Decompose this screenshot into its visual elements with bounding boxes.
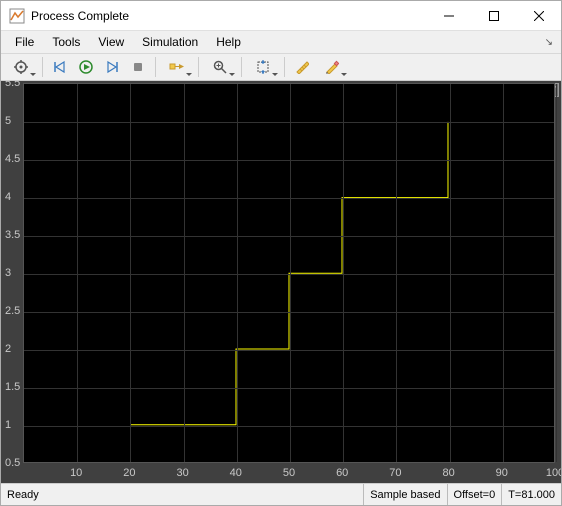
step-back-button[interactable] [48, 56, 72, 78]
titlebar: Process Complete [1, 1, 561, 31]
x-tick-label: 80 [442, 467, 454, 479]
x-tick-label: 100 [546, 467, 561, 479]
statusbar: Ready Sample based Offset=0 T=81.000 [1, 483, 561, 505]
toolbar [1, 53, 561, 81]
y-tick-label: 4 [5, 191, 11, 203]
y-tick-label: 3.5 [5, 229, 20, 241]
menubar-overflow-icon[interactable]: ↘ [545, 37, 553, 48]
separator [284, 57, 285, 77]
autoscale-button[interactable] [247, 56, 279, 78]
x-tick-label: 70 [389, 467, 401, 479]
run-button[interactable] [74, 56, 98, 78]
menu-file[interactable]: File [7, 33, 42, 51]
step-forward-button[interactable] [100, 56, 124, 78]
y-tick-label: 2 [5, 343, 11, 355]
y-tick-label: 5.5 [5, 81, 20, 89]
measurements-button[interactable] [290, 56, 314, 78]
y-tick-label: 1.5 [5, 381, 20, 393]
y-tick-label: 0.5 [5, 457, 20, 469]
menu-simulation[interactable]: Simulation [134, 33, 206, 51]
status-time: T=81.000 [501, 484, 561, 505]
x-tick-label: 10 [70, 467, 82, 479]
separator [241, 57, 242, 77]
annotate-button[interactable] [316, 56, 348, 78]
axes: 10 20 30 40 50 60 70 80 90 100 0.5 1 1.5 2 2.5 3 3.5 4 4.5… [1, 81, 561, 483]
menu-view[interactable]: View [90, 33, 132, 51]
x-tick-label: 40 [230, 467, 242, 479]
zoom-button[interactable] [204, 56, 236, 78]
stop-button[interactable] [126, 56, 150, 78]
close-button[interactable] [516, 1, 561, 30]
y-tick-label: 5 [5, 115, 11, 127]
separator [42, 57, 43, 77]
y-tick-label: 1 [5, 419, 11, 431]
minimize-button[interactable] [426, 1, 471, 30]
y-tick-label: 4.5 [5, 153, 20, 165]
x-tick-label: 20 [123, 467, 135, 479]
menubar: File Tools View Simulation Help ↘ [1, 31, 561, 53]
maximize-button[interactable] [471, 1, 516, 30]
plot-inner [23, 83, 555, 463]
y-tick-label: 3 [5, 267, 11, 279]
x-tick-label: 90 [496, 467, 508, 479]
plot-area[interactable]: 10 20 30 40 50 60 70 80 90 100 0.5 1 1.5 2 2.5 3 3.5 4 4.5… [1, 81, 561, 483]
highlight-signal-button[interactable] [161, 56, 193, 78]
status-ready: Ready [1, 484, 363, 505]
status-sample: Sample based [363, 484, 446, 505]
menu-tools[interactable]: Tools [44, 33, 88, 51]
menu-help[interactable]: Help [208, 33, 249, 51]
x-tick-label: 30 [176, 467, 188, 479]
x-tick-label: 50 [283, 467, 295, 479]
separator [198, 57, 199, 77]
app-icon [9, 8, 25, 24]
configure-button[interactable] [5, 56, 37, 78]
y-tick-label: 2.5 [5, 305, 20, 317]
separator [155, 57, 156, 77]
window-title: Process Complete [31, 9, 426, 23]
x-tick-label: 60 [336, 467, 348, 479]
status-offset: Offset=0 [447, 484, 502, 505]
